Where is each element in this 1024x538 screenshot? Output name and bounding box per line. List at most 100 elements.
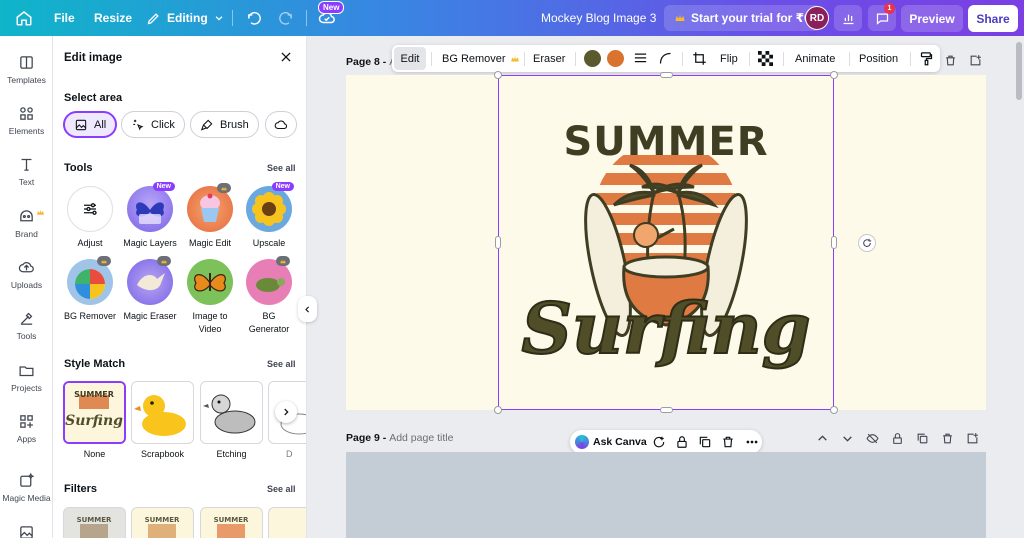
filter-card[interactable]	[268, 507, 306, 538]
tools-see-all-link[interactable]: See all	[267, 163, 296, 173]
move-page-down-button[interactable]	[841, 432, 854, 450]
document-title[interactable]: Mockey Blog Image 3	[541, 0, 656, 36]
rail-item-magic-media[interactable]: Magic Media	[0, 472, 53, 503]
tool-magic-layers[interactable]: New Magic Layers	[119, 182, 181, 250]
bg-remover-button[interactable]: BG Remover	[442, 45, 520, 72]
rail-label: Templates	[7, 75, 46, 85]
color-swatch-olive[interactable]	[584, 50, 601, 67]
style-label: D	[286, 449, 293, 459]
canvas-scrollbar[interactable]	[1016, 42, 1022, 100]
color-swatch-orange[interactable]	[607, 50, 624, 67]
filter-card[interactable]: SUMMER	[200, 507, 263, 538]
sunflower-icon	[252, 192, 286, 226]
resize-handle[interactable]	[830, 406, 838, 414]
select-more-button[interactable]	[265, 111, 297, 138]
chevron-down-icon	[215, 16, 223, 21]
style-match-next-button[interactable]	[275, 401, 297, 423]
divider	[232, 10, 233, 26]
filters-title: Filters	[64, 483, 98, 495]
tool-magic-eraser[interactable]: Magic Eraser	[119, 256, 181, 323]
style-scrapbook-card[interactable]	[131, 381, 194, 444]
undo-button[interactable]	[246, 0, 263, 36]
home-button[interactable]	[15, 0, 33, 36]
file-menu[interactable]: File	[54, 0, 75, 36]
add-page-icon	[967, 433, 978, 444]
page-9-canvas[interactable]	[346, 452, 986, 538]
resize-handle[interactable]	[660, 72, 673, 78]
start-trial-button[interactable]: Start your trial for ₹0	[664, 5, 821, 31]
filter-card[interactable]: SUMMER	[63, 507, 126, 538]
rail-item-brand[interactable]: Brand	[0, 208, 53, 239]
eraser-button[interactable]: Eraser	[533, 45, 565, 72]
border-style-button[interactable]	[633, 45, 648, 72]
rail-item-apps[interactable]: Apps	[0, 413, 53, 444]
hide-page-button[interactable]	[866, 432, 879, 450]
rail-item-uploads[interactable]: Uploads	[0, 259, 53, 290]
rail-item-photos[interactable]	[0, 524, 53, 538]
ask-canva-button[interactable]: Ask Canva	[593, 430, 647, 454]
duplicate-page-button[interactable]	[916, 432, 929, 450]
style-etching-card[interactable]	[200, 381, 263, 444]
resize-menu[interactable]: Resize	[94, 0, 132, 36]
new-badge: New	[318, 1, 345, 14]
resize-handle[interactable]	[831, 236, 837, 249]
resize-handle[interactable]	[494, 406, 502, 414]
editing-mode-dropdown[interactable]: Editing	[146, 0, 224, 36]
corner-rounding-button[interactable]	[658, 45, 673, 72]
edit-button[interactable]: Edit	[394, 47, 426, 70]
tool-bg-remover[interactable]: BG Remover	[59, 256, 121, 323]
resize-handle[interactable]	[660, 407, 673, 413]
copy-style-button[interactable]	[919, 45, 934, 72]
transparency-button[interactable]	[758, 45, 773, 72]
close-panel-button[interactable]	[279, 50, 293, 69]
add-page-button[interactable]	[969, 54, 982, 72]
delete-page-button[interactable]	[941, 432, 954, 450]
rail-label: Brand	[15, 229, 38, 239]
tool-magic-edit[interactable]: Magic Edit	[179, 183, 241, 250]
insights-button[interactable]	[834, 5, 862, 31]
crop-button[interactable]	[692, 45, 707, 72]
page-8-label[interactable]: Page 8 - A	[346, 56, 396, 68]
move-page-up-button[interactable]	[816, 432, 829, 450]
tool-image-to-video[interactable]: Image to Video	[179, 259, 241, 335]
rotate-handle[interactable]	[858, 234, 876, 252]
delete-page-button[interactable]	[944, 54, 957, 72]
avatar[interactable]: RD	[805, 6, 829, 30]
more-dots-icon	[746, 440, 758, 444]
rail-item-templates[interactable]: Templates	[0, 54, 53, 85]
duck-thumbnail	[134, 395, 186, 436]
filter-card[interactable]: SUMMER	[131, 507, 194, 538]
rail-item-tools[interactable]: Tools	[0, 310, 53, 341]
animate-button[interactable]: Animate	[795, 45, 835, 72]
panel-title: Edit image	[64, 52, 123, 64]
tool-bg-generator[interactable]: BG Generator	[238, 256, 300, 335]
lock-page-button[interactable]	[891, 432, 904, 450]
position-button[interactable]: Position	[859, 45, 898, 72]
tool-label: Upscale	[252, 238, 286, 248]
select-all-button[interactable]: All	[63, 111, 118, 138]
collapse-panel-button[interactable]	[298, 296, 317, 322]
select-click-button[interactable]: Click	[121, 111, 185, 138]
tool-upscale[interactable]: New Upscale	[238, 182, 300, 250]
corner-icon	[659, 52, 671, 64]
add-page-button[interactable]	[966, 432, 979, 450]
page-9-label[interactable]: Page 9 - Add page title	[346, 432, 453, 444]
resize-handle[interactable]	[830, 71, 838, 79]
style-match-see-all-link[interactable]: See all	[267, 359, 296, 369]
sparkle-cursor-icon	[133, 119, 144, 131]
share-button[interactable]: Share	[968, 5, 1018, 32]
resize-handle[interactable]	[494, 71, 502, 79]
select-brush-button[interactable]: Brush	[190, 111, 259, 138]
duplicate-icon	[917, 433, 928, 444]
tool-adjust[interactable]: Adjust	[59, 186, 121, 250]
preview-button[interactable]: Preview	[901, 5, 963, 32]
flip-button[interactable]: Flip	[720, 45, 738, 72]
filters-see-all-link[interactable]: See all	[267, 484, 296, 494]
rail-item-text[interactable]: Text	[0, 156, 53, 187]
rail-item-elements[interactable]: Elements	[0, 105, 53, 136]
resize-handle[interactable]	[495, 236, 501, 249]
redo-button[interactable]	[277, 0, 294, 36]
rail-item-projects[interactable]: Projects	[0, 362, 53, 393]
projects-icon	[19, 366, 34, 377]
style-none-card[interactable]: SUMMER Surfing	[63, 381, 126, 444]
